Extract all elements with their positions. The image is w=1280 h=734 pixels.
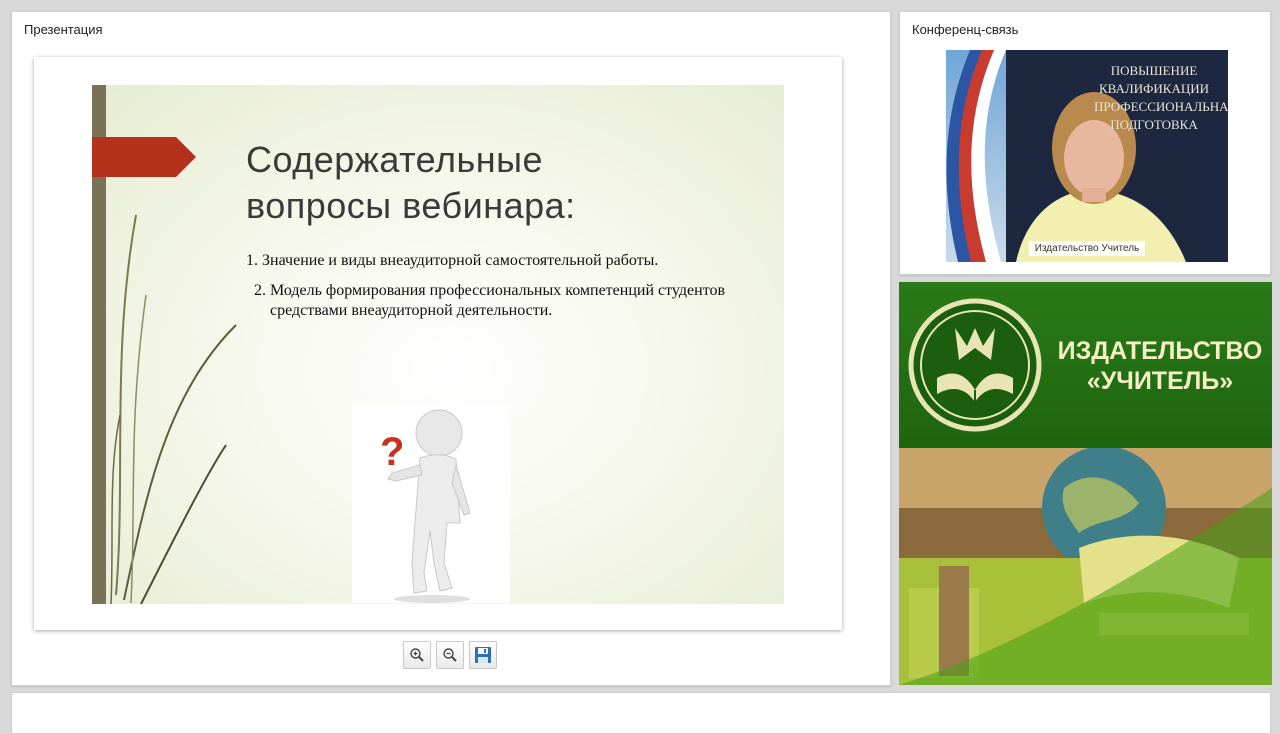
slide-title-line1: Содержательные [246, 139, 544, 180]
slide-title: Содержательные вопросы вебинара: [246, 137, 716, 229]
backdrop-line: подготовка [1110, 117, 1198, 132]
save-button[interactable] [469, 641, 497, 669]
backdrop-line: профессиональная [1094, 99, 1228, 114]
slide-flag-arrow [92, 137, 196, 177]
conference-panel-title: Конференц-связь [912, 22, 1019, 37]
publisher-name-line2: «УЧИТЕЛЬ» [1086, 367, 1234, 395]
presentation-panel-title: Презентация [24, 22, 103, 37]
presentation-panel: Презентация Содержательные вопросы вебин… [11, 11, 891, 686]
floppy-disk-icon [475, 647, 491, 663]
conference-panel: Конференц-связь Повышение квалификации п… [899, 11, 1271, 275]
zoom-out-button[interactable] [436, 641, 464, 669]
publisher-logo-icon [908, 298, 1042, 432]
backdrop-line: Повышение [1110, 63, 1198, 78]
slide-viewer[interactable]: Содержательные вопросы вебинара: 1. Знач… [34, 57, 842, 630]
svg-text:?: ? [380, 430, 404, 474]
zoom-out-icon [443, 648, 457, 662]
zoom-in-button[interactable] [403, 641, 431, 669]
publisher-banner: ИЗДАТЕЛЬСТВО «УЧИТЕЛЬ» [899, 282, 1272, 685]
publisher-name: ИЗДАТЕЛЬСТВО «УЧИТЕЛЬ» [1049, 336, 1271, 396]
bottom-panel [11, 692, 1271, 734]
backdrop-line: квалификации [1099, 81, 1209, 96]
slide-bullet-list: 1. Значение и виды внеаудиторной самосто… [246, 251, 726, 331]
slide-title-line2: вопросы вебинара: [246, 185, 576, 226]
books-globe-illustration [899, 446, 1272, 685]
slide-list-item: 2. Модель формирования профессиональных … [246, 281, 726, 321]
slide: Содержательные вопросы вебинара: 1. Знач… [92, 85, 784, 604]
slide-list-item-text: 2. Модель формирования профессиональных … [254, 282, 726, 319]
participant-name-label: Издательство Учитель [1028, 241, 1146, 256]
slide-grass-decoration [110, 214, 237, 604]
banner-books-image [899, 446, 1272, 685]
publisher-name-line1: ИЗДАТЕЛЬСТВО [1057, 337, 1263, 365]
slide-list-item: 1. Значение и виды внеаудиторной самосто… [246, 252, 659, 269]
question-figure-illustration: ? [352, 403, 510, 603]
webcam-video[interactable]: Повышение квалификации профессиональная … [946, 50, 1228, 262]
video-backdrop-text: Повышение квалификации профессиональная … [1094, 62, 1228, 134]
zoom-in-icon [410, 648, 424, 662]
banner-header: ИЗДАТЕЛЬСТВО «УЧИТЕЛЬ» [899, 282, 1272, 448]
